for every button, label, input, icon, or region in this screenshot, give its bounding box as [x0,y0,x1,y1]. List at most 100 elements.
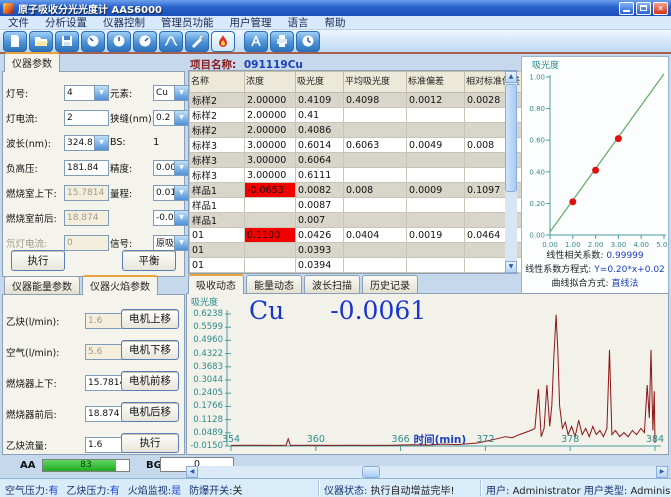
param-label-3b: 精度: [110,161,152,175]
param-label-2b: BS: [110,137,152,148]
tab-dyn-3[interactable]: 历史记录 [362,275,418,294]
table-scroll-thumb[interactable] [505,84,517,192]
print-button[interactable] [270,31,294,52]
slit-select[interactable]: 0.2 ▼ [153,110,189,126]
motor-down-button[interactable]: 电机下移 [121,340,179,360]
table-row[interactable]: 010.11000.04260.04040.00190.0464 [190,228,524,243]
dynamics-tabrow: 吸收动态能量动态波长扫描历史记录 [188,278,420,294]
table-cell: 标样3 [190,153,245,168]
signal-select[interactable]: 原吸▼ [153,235,189,251]
app-icon [3,3,14,14]
table-cell: 标样3 [190,138,245,153]
spectrum-xtick: 354 [222,434,240,445]
slit-select-value: 0.2 [156,113,170,123]
table-cell: 3.00000 [245,153,296,168]
wavelength-select[interactable]: 324.8▼ [64,135,109,151]
tab-instrument-params[interactable]: 仪器参数 [4,52,60,72]
table-row[interactable]: 标样33.000000.6064 [190,153,524,168]
menu-item-2[interactable]: 仪器控制 [103,15,145,30]
table-row[interactable]: 标样22.000000.41 [190,108,524,123]
table-row[interactable]: 标样33.000000.60140.60630.00490.008 [190,138,524,153]
param-label-1a: 灯电流: [6,111,63,125]
table-row[interactable]: 样品10.0087 [190,198,524,213]
menu-item-1[interactable]: 分析设置 [45,15,87,30]
scroll-down-icon[interactable]: ▼ [505,261,517,273]
element-select[interactable]: Cu▼ [153,85,189,101]
chart-hscrollbar[interactable]: ◀ ▶ [186,466,668,478]
gain-button[interactable] [133,31,157,52]
title-bar: 原子吸收分光光度计 AAS6000 ✕ [0,0,671,16]
chevron-down-icon[interactable]: ▼ [174,161,188,175]
open-file-button[interactable] [29,31,53,52]
motor-forward-button[interactable]: 电机前移 [121,371,179,391]
chevron-down-icon[interactable]: ▼ [174,111,188,125]
chevron-down-icon[interactable]: ▼ [174,86,188,100]
tab-dyn-0[interactable]: 吸收动态 [188,274,244,294]
table-row[interactable]: 010.0394 [190,258,524,273]
range-high-select[interactable]: 0.0150▼ [153,185,189,201]
table-cell: 0.0009 [407,183,465,198]
precision-select[interactable]: 0.0000▼ [153,160,189,176]
table-row[interactable]: 标样22.000000.41090.40980.00120.0028 [190,93,524,108]
calibration-chart: 0.000.200.400.600.801.000.001.002.003.00… [524,67,668,253]
chevron-down-icon[interactable]: ▼ [174,186,188,200]
table-cell: 0.0049 [407,138,465,153]
tab-dyn-1[interactable]: 能量动态 [246,275,302,294]
burner-position-icon [189,33,205,49]
tab-flame-0[interactable]: 仪器能量参数 [4,276,80,295]
menu-item-6[interactable]: 帮助 [325,15,346,30]
motor-up-button[interactable]: 电机上移 [121,309,179,329]
table-row[interactable]: 标样33.000000.6111 [190,168,524,183]
auto-sampler-button[interactable] [244,31,268,52]
svg-text:5.00: 5.00 [656,241,668,249]
chevron-down-icon[interactable]: ▼ [94,136,108,150]
printer-icon [274,33,290,49]
menu-item-3[interactable]: 管理员功能 [161,15,214,30]
standby-button[interactable] [296,31,320,52]
table-row[interactable]: 010.0393 [190,243,524,258]
annotation-label: 线性系数方程式: [525,265,591,275]
wavelength-scan-button[interactable] [159,31,183,52]
hv-input[interactable]: 181.84 [64,160,109,176]
table-cell [407,243,465,258]
minimize-button[interactable] [619,2,634,15]
close-button[interactable]: ✕ [653,2,668,15]
annotation-value: 0.99999 [606,251,643,261]
flame-execute-button[interactable]: 执行 [121,433,179,453]
scroll-right-icon[interactable]: ▶ [656,466,668,478]
hscroll-thumb[interactable] [362,466,380,478]
lamp-number-select[interactable]: 4▼ [64,85,109,101]
table-scrollbar[interactable]: ▲ ▼ [505,71,517,273]
table-row[interactable]: 样品1-0.06530.00820.0080.00090.1097 [190,183,524,198]
motor-back-button[interactable]: 电机后移 [121,402,179,422]
menu-item-0[interactable]: 文件 [8,15,29,30]
menu-bar: 文件 分析设置 仪器控制 管理员功能 用户管理 语言 帮助 [0,16,671,30]
lamp-current-input[interactable]: 2 [64,110,109,126]
table-cell [344,123,407,138]
execute-button[interactable]: 执行 [11,250,65,271]
flame-ignite-button[interactable] [211,31,235,52]
range-low-select[interactable]: -0.0150▼ [153,210,189,226]
scroll-left-icon[interactable]: ◀ [186,466,198,478]
beam-energy-button[interactable] [107,31,131,52]
menu-item-5[interactable]: 语言 [288,15,309,30]
status-separator [318,480,319,496]
burner-position-button[interactable] [185,31,209,52]
new-file-button[interactable] [3,31,27,52]
lamp-energy-button[interactable] [81,31,105,52]
table-row[interactable]: 标样22.000000.4086 [190,123,524,138]
chevron-down-icon[interactable]: ▼ [174,211,188,225]
chevron-down-icon[interactable]: ▼ [94,86,108,100]
balance-button[interactable]: 平衡 [122,250,176,271]
chevron-down-icon[interactable]: ▼ [174,236,188,250]
tab-flame-1[interactable]: 仪器火焰参数 [82,275,158,295]
tab-dyn-2[interactable]: 波长扫描 [304,275,360,294]
menu-item-4[interactable]: 用户管理 [230,15,272,30]
table-row[interactable]: 样品10.007 [190,213,524,228]
maximize-button[interactable] [636,2,651,15]
table-cell [245,213,296,228]
table-cell: 0.41 [296,108,344,123]
table-cell: 0.007 [296,213,344,228]
scroll-up-icon[interactable]: ▲ [505,71,517,83]
save-file-button[interactable] [55,31,79,52]
